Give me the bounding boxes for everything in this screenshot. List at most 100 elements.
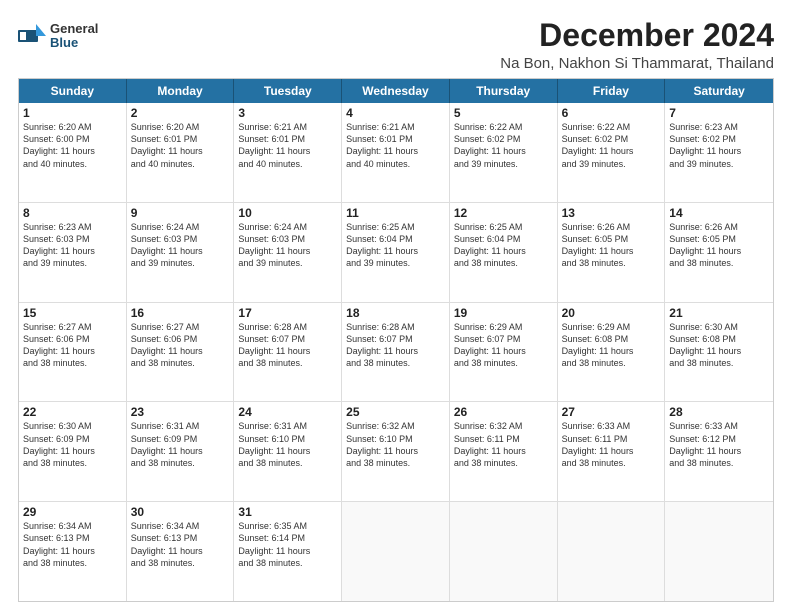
day-number: 12 xyxy=(454,206,553,220)
calendar-row-2: 15Sunrise: 6:27 AMSunset: 6:06 PMDayligh… xyxy=(19,302,773,402)
day-info: Sunrise: 6:27 AMSunset: 6:06 PMDaylight:… xyxy=(23,321,122,370)
day-number: 3 xyxy=(238,106,337,120)
subtitle: Na Bon, Nakhon Si Thammarat, Thailand xyxy=(500,55,774,72)
day-info: Sunrise: 6:31 AMSunset: 6:09 PMDaylight:… xyxy=(131,420,230,469)
calendar-body: 1Sunrise: 6:20 AMSunset: 6:00 PMDaylight… xyxy=(19,103,773,601)
day-number: 21 xyxy=(669,306,769,320)
day-number: 17 xyxy=(238,306,337,320)
day-number: 23 xyxy=(131,405,230,419)
logo-text: General Blue xyxy=(50,22,98,51)
calendar-cell-day-19: 19Sunrise: 6:29 AMSunset: 6:07 PMDayligh… xyxy=(450,303,558,402)
day-info: Sunrise: 6:31 AMSunset: 6:10 PMDaylight:… xyxy=(238,420,337,469)
day-info: Sunrise: 6:23 AMSunset: 6:02 PMDaylight:… xyxy=(669,121,769,170)
day-info: Sunrise: 6:26 AMSunset: 6:05 PMDaylight:… xyxy=(562,221,661,270)
day-info: Sunrise: 6:33 AMSunset: 6:12 PMDaylight:… xyxy=(669,420,769,469)
calendar-cell-day-18: 18Sunrise: 6:28 AMSunset: 6:07 PMDayligh… xyxy=(342,303,450,402)
calendar-cell-empty xyxy=(450,502,558,601)
day-info: Sunrise: 6:32 AMSunset: 6:11 PMDaylight:… xyxy=(454,420,553,469)
day-info: Sunrise: 6:22 AMSunset: 6:02 PMDaylight:… xyxy=(562,121,661,170)
day-info: Sunrise: 6:23 AMSunset: 6:03 PMDaylight:… xyxy=(23,221,122,270)
calendar-header-sunday: Sunday xyxy=(19,79,127,103)
day-number: 19 xyxy=(454,306,553,320)
day-info: Sunrise: 6:35 AMSunset: 6:14 PMDaylight:… xyxy=(238,520,337,569)
day-info: Sunrise: 6:28 AMSunset: 6:07 PMDaylight:… xyxy=(238,321,337,370)
day-number: 27 xyxy=(562,405,661,419)
calendar-cell-day-29: 29Sunrise: 6:34 AMSunset: 6:13 PMDayligh… xyxy=(19,502,127,601)
day-number: 8 xyxy=(23,206,122,220)
calendar-cell-day-13: 13Sunrise: 6:26 AMSunset: 6:05 PMDayligh… xyxy=(558,203,666,302)
day-number: 28 xyxy=(669,405,769,419)
day-info: Sunrise: 6:30 AMSunset: 6:08 PMDaylight:… xyxy=(669,321,769,370)
calendar-row-0: 1Sunrise: 6:20 AMSunset: 6:00 PMDaylight… xyxy=(19,103,773,202)
day-info: Sunrise: 6:22 AMSunset: 6:02 PMDaylight:… xyxy=(454,121,553,170)
day-info: Sunrise: 6:21 AMSunset: 6:01 PMDaylight:… xyxy=(238,121,337,170)
day-info: Sunrise: 6:26 AMSunset: 6:05 PMDaylight:… xyxy=(669,221,769,270)
calendar-header-tuesday: Tuesday xyxy=(234,79,342,103)
day-info: Sunrise: 6:32 AMSunset: 6:10 PMDaylight:… xyxy=(346,420,445,469)
calendar-cell-empty xyxy=(342,502,450,601)
calendar-cell-day-11: 11Sunrise: 6:25 AMSunset: 6:04 PMDayligh… xyxy=(342,203,450,302)
calendar-cell-day-26: 26Sunrise: 6:32 AMSunset: 6:11 PMDayligh… xyxy=(450,402,558,501)
logo: General Blue xyxy=(18,22,98,51)
day-number: 5 xyxy=(454,106,553,120)
calendar-cell-day-2: 2Sunrise: 6:20 AMSunset: 6:01 PMDaylight… xyxy=(127,103,235,202)
title-block: December 2024 Na Bon, Nakhon Si Thammara… xyxy=(500,18,774,72)
day-number: 7 xyxy=(669,106,769,120)
calendar-cell-day-14: 14Sunrise: 6:26 AMSunset: 6:05 PMDayligh… xyxy=(665,203,773,302)
calendar-header-thursday: Thursday xyxy=(450,79,558,103)
day-number: 20 xyxy=(562,306,661,320)
calendar-row-4: 29Sunrise: 6:34 AMSunset: 6:13 PMDayligh… xyxy=(19,501,773,601)
calendar-cell-day-16: 16Sunrise: 6:27 AMSunset: 6:06 PMDayligh… xyxy=(127,303,235,402)
logo-blue-text: Blue xyxy=(50,36,98,50)
day-info: Sunrise: 6:24 AMSunset: 6:03 PMDaylight:… xyxy=(238,221,337,270)
logo-general-text: General xyxy=(50,22,98,36)
calendar-cell-day-23: 23Sunrise: 6:31 AMSunset: 6:09 PMDayligh… xyxy=(127,402,235,501)
calendar-cell-day-22: 22Sunrise: 6:30 AMSunset: 6:09 PMDayligh… xyxy=(19,402,127,501)
day-number: 11 xyxy=(346,206,445,220)
logo-icon xyxy=(18,24,46,48)
day-number: 30 xyxy=(131,505,230,519)
calendar-cell-day-12: 12Sunrise: 6:25 AMSunset: 6:04 PMDayligh… xyxy=(450,203,558,302)
main-title: December 2024 xyxy=(500,18,774,53)
calendar-cell-day-24: 24Sunrise: 6:31 AMSunset: 6:10 PMDayligh… xyxy=(234,402,342,501)
calendar-cell-day-20: 20Sunrise: 6:29 AMSunset: 6:08 PMDayligh… xyxy=(558,303,666,402)
calendar-cell-day-4: 4Sunrise: 6:21 AMSunset: 6:01 PMDaylight… xyxy=(342,103,450,202)
calendar-cell-day-1: 1Sunrise: 6:20 AMSunset: 6:00 PMDaylight… xyxy=(19,103,127,202)
calendar-cell-day-15: 15Sunrise: 6:27 AMSunset: 6:06 PMDayligh… xyxy=(19,303,127,402)
calendar-cell-empty xyxy=(665,502,773,601)
calendar-header-friday: Friday xyxy=(558,79,666,103)
day-number: 6 xyxy=(562,106,661,120)
calendar-row-3: 22Sunrise: 6:30 AMSunset: 6:09 PMDayligh… xyxy=(19,401,773,501)
day-info: Sunrise: 6:21 AMSunset: 6:01 PMDaylight:… xyxy=(346,121,445,170)
page: General Blue December 2024 Na Bon, Nakho… xyxy=(0,0,792,612)
day-info: Sunrise: 6:20 AMSunset: 6:00 PMDaylight:… xyxy=(23,121,122,170)
day-number: 2 xyxy=(131,106,230,120)
calendar-header-saturday: Saturday xyxy=(665,79,773,103)
calendar-header-wednesday: Wednesday xyxy=(342,79,450,103)
calendar-cell-day-6: 6Sunrise: 6:22 AMSunset: 6:02 PMDaylight… xyxy=(558,103,666,202)
calendar-cell-day-28: 28Sunrise: 6:33 AMSunset: 6:12 PMDayligh… xyxy=(665,402,773,501)
calendar-cell-day-3: 3Sunrise: 6:21 AMSunset: 6:01 PMDaylight… xyxy=(234,103,342,202)
day-info: Sunrise: 6:34 AMSunset: 6:13 PMDaylight:… xyxy=(131,520,230,569)
day-number: 31 xyxy=(238,505,337,519)
calendar-cell-day-17: 17Sunrise: 6:28 AMSunset: 6:07 PMDayligh… xyxy=(234,303,342,402)
day-number: 4 xyxy=(346,106,445,120)
day-number: 29 xyxy=(23,505,122,519)
calendar-header-monday: Monday xyxy=(127,79,235,103)
day-info: Sunrise: 6:20 AMSunset: 6:01 PMDaylight:… xyxy=(131,121,230,170)
day-number: 1 xyxy=(23,106,122,120)
calendar-row-1: 8Sunrise: 6:23 AMSunset: 6:03 PMDaylight… xyxy=(19,202,773,302)
day-info: Sunrise: 6:34 AMSunset: 6:13 PMDaylight:… xyxy=(23,520,122,569)
day-info: Sunrise: 6:29 AMSunset: 6:07 PMDaylight:… xyxy=(454,321,553,370)
day-info: Sunrise: 6:28 AMSunset: 6:07 PMDaylight:… xyxy=(346,321,445,370)
calendar: SundayMondayTuesdayWednesdayThursdayFrid… xyxy=(18,78,774,602)
day-info: Sunrise: 6:25 AMSunset: 6:04 PMDaylight:… xyxy=(454,221,553,270)
day-info: Sunrise: 6:30 AMSunset: 6:09 PMDaylight:… xyxy=(23,420,122,469)
day-info: Sunrise: 6:24 AMSunset: 6:03 PMDaylight:… xyxy=(131,221,230,270)
day-number: 10 xyxy=(238,206,337,220)
calendar-cell-empty xyxy=(558,502,666,601)
day-number: 24 xyxy=(238,405,337,419)
day-info: Sunrise: 6:25 AMSunset: 6:04 PMDaylight:… xyxy=(346,221,445,270)
day-number: 22 xyxy=(23,405,122,419)
calendar-cell-day-30: 30Sunrise: 6:34 AMSunset: 6:13 PMDayligh… xyxy=(127,502,235,601)
